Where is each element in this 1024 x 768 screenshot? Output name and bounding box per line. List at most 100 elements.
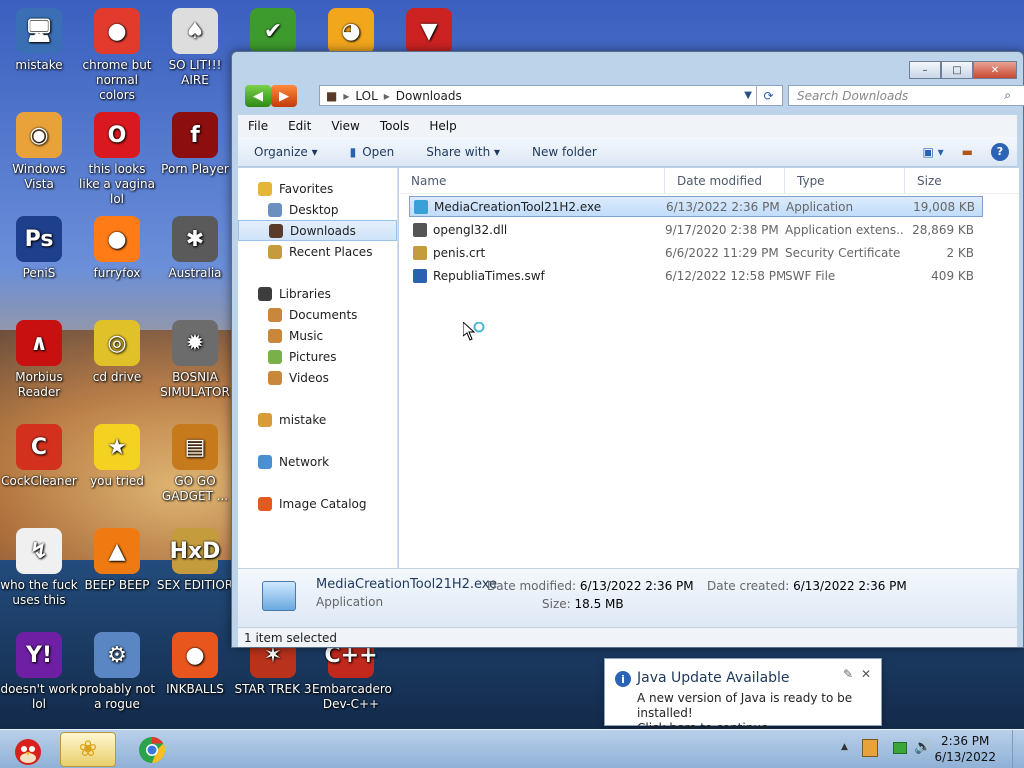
help-icon[interactable]: ? (991, 142, 1009, 161)
file-size: 19,008 KB (913, 199, 975, 214)
file-row[interactable]: RepubliaTimes.swf 6/12/2022 12:58 PM SWF F… (409, 265, 983, 286)
tree-folder-icon (268, 349, 282, 364)
details-modified-value: 6/13/2022 2:36 PM (579, 579, 694, 593)
desktop-icon-label: BOSNIA SIMULATOR (160, 370, 230, 399)
taskbar-explorer-button[interactable]: ❀ (60, 732, 116, 767)
maximize-button[interactable]: □ (941, 61, 973, 79)
open-icon: ▮ (349, 144, 357, 159)
tree-folder-icon (268, 370, 282, 385)
preview-pane-icon[interactable]: ▬ (962, 145, 973, 159)
desktop-icon[interactable]: ★ you tried (78, 424, 156, 489)
desktop-icon[interactable]: 🖥 mistake (0, 8, 78, 73)
java-tray-icon[interactable] (862, 739, 878, 757)
desktop-icon[interactable]: Y! doesn't work lol (0, 632, 78, 712)
organize-button[interactable]: Organize ▾ (238, 145, 334, 159)
desktop-icon[interactable]: ◉ Windows Vista (0, 112, 78, 192)
tree-item-videos[interactable]: Videos (238, 367, 397, 388)
address-bar[interactable]: ■ ▸ LOL ▸ Downloads ▼ (319, 85, 783, 106)
file-row[interactable]: MediaCreationTool21H2.exe 6/13/2022 2:36 … (409, 196, 983, 217)
desktop-icon[interactable]: ♠ SO LIT!!! AIRE (156, 8, 234, 88)
breadcrumb-lol[interactable]: LOL (355, 89, 377, 103)
open-button[interactable]: ▮ Open (334, 145, 411, 159)
desktop-icon[interactable]: f Porn Player (156, 112, 234, 177)
refresh-icon[interactable]: ⟳ (756, 85, 780, 106)
minimize-button[interactable]: – (909, 61, 941, 79)
column-date-modified[interactable]: Date modified (665, 168, 785, 193)
desktop-icon[interactable]: ↯ who the fuck uses this (0, 528, 78, 608)
details-size-label: Size: (542, 597, 571, 611)
desktop-icon[interactable]: Ps PeniS (0, 216, 78, 281)
desktop-icon[interactable]: HxD SEX EDITIOR (156, 528, 234, 593)
share-with-button[interactable]: Share with ▾ (410, 145, 516, 159)
system-clock[interactable]: 2:36 PM 6/13/2022 (934, 733, 996, 765)
notification-line-1: A new version of Java is ready to be ins… (637, 691, 853, 720)
tree-item-documents[interactable]: Documents (238, 304, 397, 325)
menu-help[interactable]: Help (419, 119, 466, 133)
back-button[interactable]: ◀ (245, 85, 271, 107)
file-type-icon (413, 222, 427, 237)
desktop-app-icon: ↯ (16, 528, 62, 574)
show-hidden-icons[interactable]: ▲ (841, 742, 848, 752)
desktop-icon[interactable]: ● furryfox (78, 216, 156, 281)
volume-tray-icon[interactable]: 🔊 (914, 739, 931, 755)
file-type: Application (786, 199, 854, 214)
network-tray-icon[interactable] (893, 742, 907, 754)
tree-item-pictures[interactable]: Pictures (238, 346, 397, 367)
tree-item-music[interactable]: Music (238, 325, 397, 346)
menu-view[interactable]: View (321, 119, 369, 133)
desktop-icon-label: CockCleaner (1, 474, 77, 488)
menu-edit[interactable]: Edit (278, 119, 321, 133)
tree-item-label: Desktop (289, 202, 339, 217)
search-input[interactable]: Search Downloads (788, 85, 1024, 106)
start-button[interactable] (2, 732, 54, 767)
notification-close-icon[interactable]: ✕ (861, 667, 871, 681)
tree-item-image-catalog[interactable]: Image Catalog (238, 493, 397, 514)
file-date-modified: 6/6/2022 11:29 PM (665, 245, 779, 260)
details-file-name: MediaCreationTool21H2.exe (316, 577, 498, 592)
menu-file[interactable]: File (238, 119, 278, 133)
desktop-app-icon: ◎ (94, 320, 140, 366)
tree-item-mistake[interactable]: mistake (238, 409, 397, 430)
desktop-icon[interactable]: Othis looks like a vagina lol (78, 112, 156, 207)
forward-button[interactable]: ▶ (271, 85, 297, 107)
column-type[interactable]: Type (785, 168, 905, 193)
column-size[interactable]: Size (905, 168, 978, 193)
desktop-icon[interactable]: ✹ BOSNIA SIMULATOR (156, 320, 234, 400)
details-created-value: 6/13/2022 2:36 PM (793, 579, 907, 593)
breadcrumb-downloads[interactable]: Downloads (396, 89, 462, 103)
taskbar-chrome-button[interactable] (124, 732, 180, 767)
column-name[interactable]: Name (399, 168, 665, 193)
desktop-icon[interactable]: ◎ cd drive (78, 320, 156, 385)
tree-item-favorites[interactable]: Favorites (238, 178, 397, 199)
desktop-icon[interactable]: ⚙ probably not a rogue (78, 632, 156, 712)
desktop-icon-label: Embarcadero Dev-C++ (312, 682, 392, 711)
tree-item-recent-places[interactable]: Recent Places (238, 241, 397, 262)
desktop-icon[interactable]: ▲ BEEP BEEP (78, 528, 156, 593)
pin-icon[interactable]: ✎ (843, 667, 853, 681)
desktop-icon[interactable]: ● INKBALLS (156, 632, 234, 697)
tree-item-desktop[interactable]: Desktop (238, 199, 397, 220)
desktop-icon[interactable]: ∧ Morbius Reader (0, 320, 78, 400)
tree-item-label: Videos (289, 370, 329, 385)
close-button[interactable]: ✕ (973, 61, 1017, 79)
desktop-icon[interactable]: ✱ Australia (156, 216, 234, 281)
desktop-icon[interactable]: ▤ GO GO GADGET ... (156, 424, 234, 504)
explorer-window: – □ ✕ ◀ ▶ ■ ▸ LOL ▸ Downloads ▼ ⟳ Search… (231, 51, 1024, 648)
tree-item-label: Favorites (279, 181, 334, 196)
desktop-icon[interactable]: ● chrome but normal colors (78, 8, 156, 103)
tree-item-downloads[interactable]: Downloads (238, 220, 397, 241)
chevron-down-icon[interactable]: ▼ (744, 90, 752, 101)
menu-tools[interactable]: Tools (370, 119, 420, 133)
tree-item-network[interactable]: Network (238, 451, 397, 472)
file-size: 2 KB (946, 245, 974, 260)
column-headers: Name Date modified Type Size (399, 168, 1019, 194)
new-folder-button[interactable]: New folder (516, 145, 613, 159)
tree-item-libraries[interactable]: Libraries (238, 283, 397, 304)
java-update-notification[interactable]: i Java Update Available ✎ ✕ A new versio… (604, 658, 882, 735)
file-row[interactable]: opengl32.dll 9/17/2020 2:38 PM Application… (409, 219, 983, 240)
file-row[interactable]: penis.crt 6/6/2022 11:29 PM Security Certi… (409, 242, 983, 263)
search-icon[interactable]: ⌕ (1004, 88, 1011, 103)
show-desktop-button[interactable] (1012, 730, 1024, 768)
view-options-icon[interactable]: ▣ ▾ (922, 145, 943, 159)
desktop-icon[interactable]: C CockCleaner (0, 424, 78, 489)
